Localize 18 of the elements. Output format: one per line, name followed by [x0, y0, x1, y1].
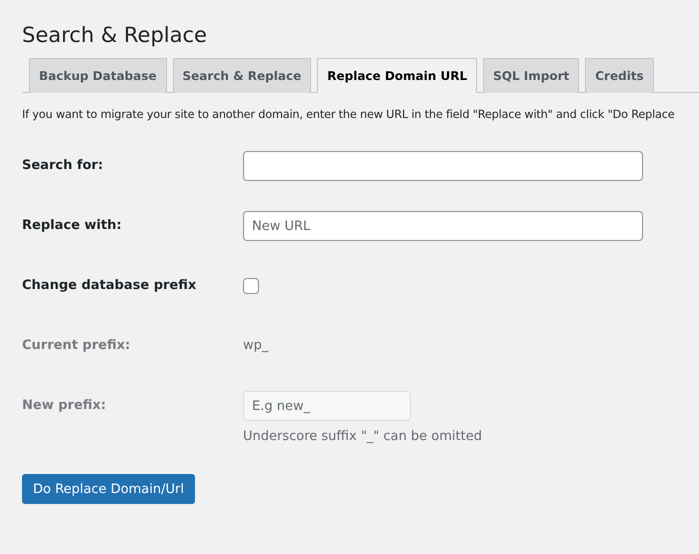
text-field[interactable]	[243, 151, 643, 181]
tab[interactable]: Backup Database	[29, 58, 167, 93]
page-title: Search & Replace	[22, 22, 208, 48]
prefix-value: wp_	[243, 337, 268, 355]
field-label: Change database prefix	[22, 277, 198, 295]
checkbox[interactable]	[243, 278, 259, 294]
intro-text: If you want to migrate your site to another domain, enter the new URL in the field "Replace with" and click "Do Replace	[22, 108, 676, 121]
field-label: Replace with:	[22, 217, 123, 235]
submit-button[interactable]: Do Replace Domain/Url	[22, 474, 195, 504]
field-label: New prefix:	[22, 397, 107, 415]
tab[interactable]: Search & Replace	[172, 58, 312, 93]
hint-text: Underscore suffix "_" can be omitted	[243, 429, 482, 444]
tab[interactable]: Credits	[585, 58, 654, 93]
text-field[interactable]: New URL	[243, 211, 643, 241]
tab[interactable]: SQL Import	[483, 58, 580, 93]
field-label: Current prefix:	[22, 337, 132, 355]
field-label: Search for:	[22, 157, 104, 175]
tab[interactable]: Replace Domain URL	[317, 58, 478, 93]
